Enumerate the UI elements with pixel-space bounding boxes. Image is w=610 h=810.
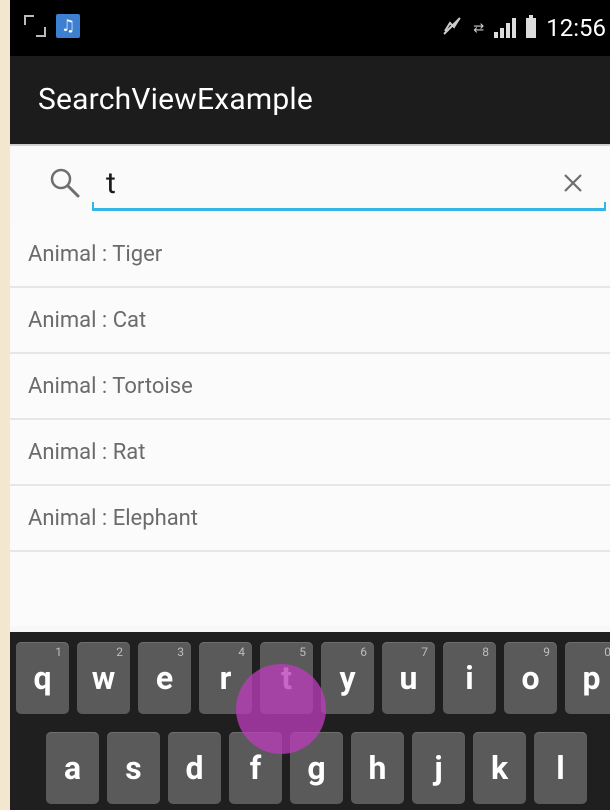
search-underline xyxy=(92,202,606,211)
key-a[interactable]: a xyxy=(46,732,99,804)
search-view xyxy=(10,146,610,224)
key-label: e xyxy=(155,659,174,697)
key-j[interactable]: j xyxy=(412,732,465,804)
touch-indicator xyxy=(236,664,326,754)
key-hint: 8 xyxy=(482,645,489,659)
list-item-label: Animal : Rat xyxy=(28,439,146,465)
list-empty-space xyxy=(10,552,610,626)
key-hint: 2 xyxy=(116,645,123,659)
list-item-label: Animal : Elephant xyxy=(28,505,199,531)
key-q[interactable]: 1q xyxy=(16,642,69,714)
list-item[interactable]: Animal : Rat xyxy=(10,420,610,486)
key-i[interactable]: 8i xyxy=(443,642,496,714)
list-item[interactable]: Animal : Elephant xyxy=(10,486,610,552)
key-y[interactable]: 6y xyxy=(321,642,374,714)
key-l[interactable]: l xyxy=(534,732,587,804)
key-s[interactable]: s xyxy=(107,732,160,804)
key-w[interactable]: 2w xyxy=(77,642,130,714)
app-title: SearchViewExample xyxy=(38,82,314,117)
key-hint: 4 xyxy=(238,645,245,659)
suggestion-list: Animal : Tiger Animal : Cat Animal : Tor… xyxy=(10,222,610,626)
key-label: q xyxy=(33,659,52,697)
list-item[interactable]: Animal : Tiger xyxy=(10,222,610,288)
key-label: i xyxy=(465,659,474,697)
key-p[interactable]: 0p xyxy=(565,642,610,714)
battery-icon xyxy=(526,15,537,38)
status-bar: ♫ ⇄ 12:56 xyxy=(10,0,610,56)
list-item-label: Animal : Tiger xyxy=(28,241,163,267)
key-hint: 6 xyxy=(360,645,367,659)
status-time: 12:56 xyxy=(546,14,606,42)
key-hint: 3 xyxy=(177,645,184,659)
key-label: o xyxy=(521,659,540,697)
key-label: g xyxy=(307,749,326,787)
key-label: l xyxy=(556,749,565,787)
music-icon: ♫ xyxy=(56,14,80,38)
list-item[interactable]: Animal : Tortoise xyxy=(10,354,610,420)
list-item-label: Animal : Cat xyxy=(28,307,147,333)
list-item-label: Animal : Tortoise xyxy=(28,373,193,399)
search-input[interactable] xyxy=(94,160,576,206)
key-label: y xyxy=(339,659,356,697)
key-hint: 9 xyxy=(543,645,550,659)
key-label: w xyxy=(91,659,116,697)
key-label: f xyxy=(249,749,262,787)
key-u[interactable]: 7u xyxy=(382,642,435,714)
key-label: p xyxy=(582,659,601,697)
key-label: d xyxy=(185,749,204,787)
key-hint: 5 xyxy=(299,645,306,659)
key-label: a xyxy=(63,749,82,787)
key-d[interactable]: d xyxy=(168,732,221,804)
key-label: k xyxy=(490,749,509,787)
key-label: j xyxy=(434,749,443,787)
key-hint: 1 xyxy=(55,645,62,659)
key-label: s xyxy=(125,749,142,787)
key-hint: 0 xyxy=(604,645,610,659)
sync-icon: ⇄ xyxy=(473,20,485,36)
key-label: u xyxy=(399,659,418,697)
search-icon xyxy=(50,168,80,198)
key-label: r xyxy=(219,659,232,697)
close-icon[interactable] xyxy=(558,168,588,198)
list-item[interactable]: Animal : Cat xyxy=(10,288,610,354)
mute-icon xyxy=(441,15,463,41)
phone-screen: ♫ ⇄ 12:56 SearchViewExample t Animal: T… xyxy=(10,0,610,810)
key-label: h xyxy=(368,749,387,787)
key-k[interactable]: k xyxy=(473,732,526,804)
key-o[interactable]: 9o xyxy=(504,642,557,714)
key-e[interactable]: 3e xyxy=(138,642,191,714)
signal-icon xyxy=(494,18,517,38)
screenshot-icon xyxy=(24,15,46,37)
key-h[interactable]: h xyxy=(351,732,404,804)
key-hint: 7 xyxy=(421,645,428,659)
action-bar: SearchViewExample xyxy=(10,56,610,144)
